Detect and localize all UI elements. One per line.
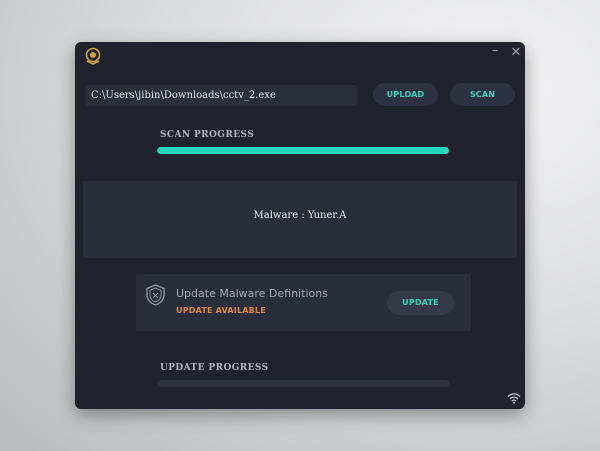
upload-button[interactable]: UPLOAD	[373, 83, 438, 106]
scan-progress-fill	[157, 147, 449, 154]
update-card-title: Update Malware Definitions	[176, 287, 328, 300]
close-button[interactable]: ✕	[509, 46, 523, 60]
wifi-icon	[507, 393, 521, 404]
app-window: – ✕ UPLOAD SCAN SCAN PROGRESS Malware : …	[75, 42, 525, 409]
update-button[interactable]: UPDATE	[387, 291, 454, 315]
file-path-input[interactable]	[85, 85, 357, 106]
update-progress-label: UPDATE PROGRESS	[160, 363, 269, 373]
minimize-button[interactable]: –	[488, 44, 502, 58]
update-progress-bar	[157, 380, 449, 387]
scan-progress-label: SCAN PROGRESS	[160, 130, 255, 140]
shield-badge-logo-icon	[85, 47, 101, 65]
shield-icon	[146, 284, 165, 306]
scan-result-panel: Malware : Yuner.A	[83, 181, 517, 258]
scan-button[interactable]: SCAN	[450, 83, 515, 106]
scan-progress-bar	[157, 147, 449, 154]
update-status-badge: UPDATE AVAILABLE	[176, 306, 266, 315]
malware-result-text: Malware : Yuner.A	[253, 210, 347, 221]
update-definitions-card: Update Malware Definitions UPDATE AVAILA…	[136, 274, 471, 331]
